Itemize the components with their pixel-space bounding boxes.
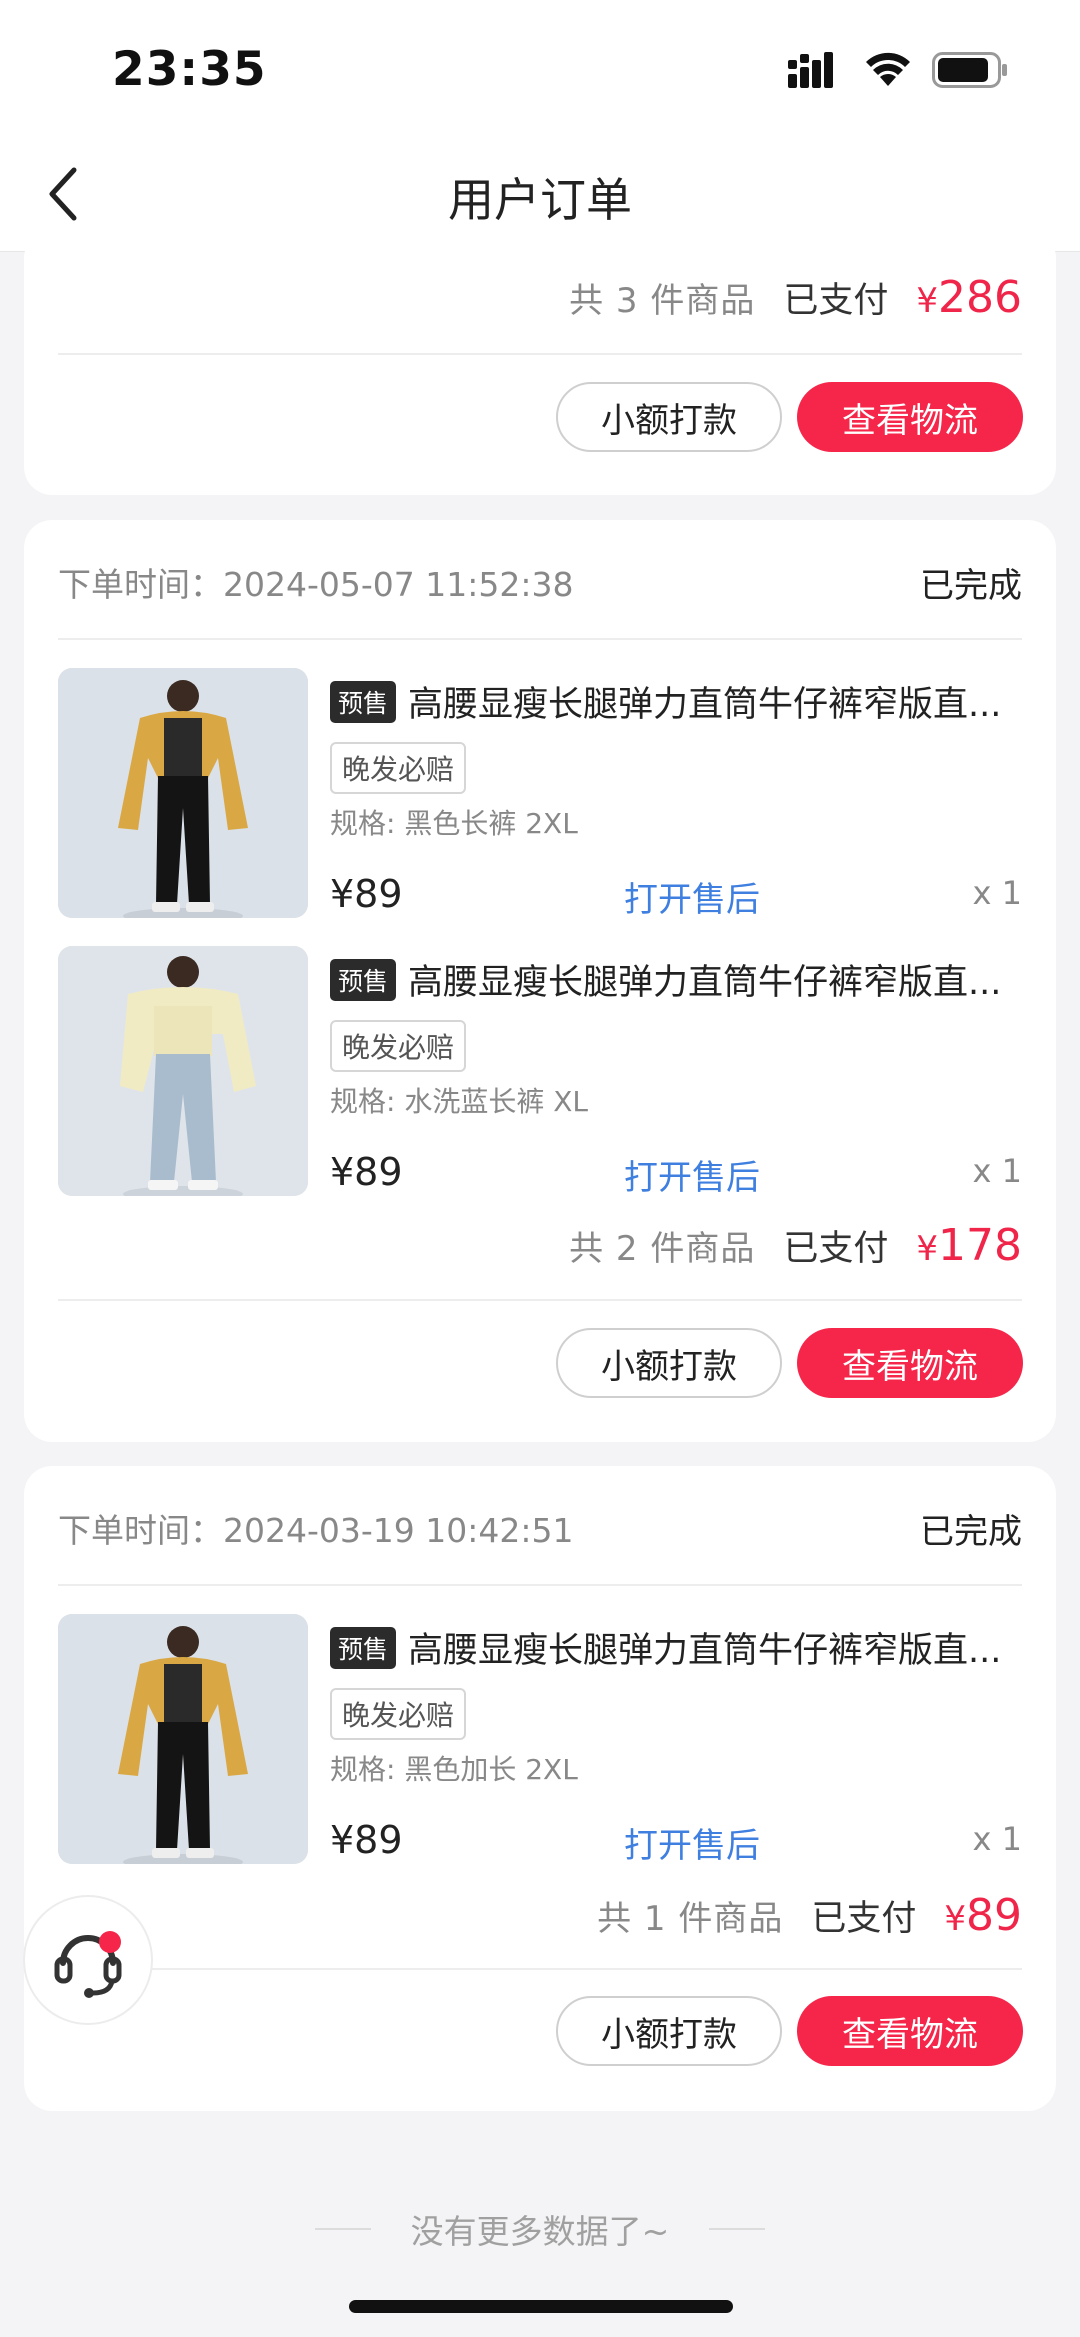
order-summary: 共 1 件商品 已支付 ¥89: [597, 1890, 1022, 1941]
item-count: 共 2 件商品: [569, 1229, 756, 1269]
order-header: 下单时间：2024-03-19 10:42:51 已完成: [58, 1504, 1022, 1552]
item-count: 共 1 件商品: [597, 1899, 784, 1939]
page-title: 用户订单: [448, 173, 632, 227]
divider: [58, 1299, 1022, 1301]
product-spec: 规格: 黑色长裤 2XL: [330, 807, 578, 840]
order-header: 下单时间：2024-05-07 11:52:38 已完成: [58, 558, 1022, 606]
wifi-icon: [866, 52, 910, 86]
small-payment-button[interactable]: 小额打款: [556, 1328, 782, 1398]
order-status: 已完成: [920, 566, 1022, 606]
order-time: 下单时间：2024-05-07 11:52:38: [58, 565, 574, 604]
product-spec: 规格: 黑色加长 2XL: [330, 1753, 578, 1786]
home-indicator[interactable]: [349, 2300, 733, 2313]
order-card: 下单时间：2024-03-19 10:42:51 已完成 预售 高腰显瘦长腿弹力…: [24, 1466, 1056, 2111]
order-time: 下单时间：2024-03-19 10:42:51: [58, 1511, 574, 1550]
product-title[interactable]: 高腰显瘦长腿弹力直筒牛仔裤窄版直...: [408, 954, 1001, 1005]
order-card: 下单时间：2024-05-07 11:52:38 已完成 预售 高腰显瘦长腿弹力…: [24, 520, 1056, 1442]
status-bar: 23:35: [0, 0, 1080, 140]
view-logistics-button[interactable]: 查看物流: [797, 382, 1023, 452]
signal-icon: [788, 52, 833, 88]
headset-icon: [54, 1935, 122, 1998]
divider: [58, 1584, 1022, 1586]
small-payment-button[interactable]: 小额打款: [556, 1996, 782, 2066]
order-item[interactable]: 预售 高腰显瘦长腿弹力直筒牛仔裤窄版直... 晚发必赔 规格: 水洗蓝长裤 XL…: [58, 946, 1022, 1199]
product-title[interactable]: 高腰显瘦长腿弹力直筒牛仔裤窄版直...: [408, 1622, 1001, 1673]
order-item[interactable]: 预售 高腰显瘦长腿弹力直筒牛仔裤窄版直... 晚发必赔 规格: 黑色加长 2XL…: [58, 1614, 1022, 1867]
after-sale-link[interactable]: 打开售后: [624, 872, 760, 921]
order-item[interactable]: 预售 高腰显瘦长腿弹力直筒牛仔裤窄版直... 晚发必赔 规格: 黑色长裤 2XL…: [58, 668, 1022, 921]
quantity: x 1: [972, 1820, 1022, 1858]
guarantee-tag: 晚发必赔: [330, 1020, 467, 1072]
paid-label: 已支付: [783, 281, 889, 321]
paid-amount: ¥89: [944, 1890, 1022, 1941]
product-title[interactable]: 高腰显瘦长腿弹力直筒牛仔裤窄版直...: [408, 676, 1001, 727]
divider: [58, 353, 1022, 355]
after-sale-link[interactable]: 打开售后: [624, 1818, 760, 1867]
customer-service-button[interactable]: [23, 1895, 153, 2025]
order-summary: 共 3 件商品 已支付 ¥286: [569, 272, 1022, 323]
paid-label: 已支付: [783, 1229, 889, 1269]
paid-amount: ¥286: [916, 272, 1022, 323]
order-summary: 共 2 件商品 已支付 ¥178: [569, 1220, 1022, 1271]
divider: [58, 638, 1022, 640]
divider: [314, 2228, 371, 2230]
divider: [58, 1968, 1022, 1970]
no-more-data-text: 没有更多数据了~: [410, 2212, 670, 2251]
quantity: x 1: [972, 1152, 1022, 1190]
product-price: ¥89: [330, 1150, 403, 1194]
order-card: 共 3 件商品 已支付 ¥286 小额打款 查看物流: [24, 230, 1056, 495]
paid-amount: ¥178: [916, 1220, 1022, 1271]
notification-dot: [99, 1931, 121, 1953]
product-price: ¥89: [330, 1818, 403, 1862]
after-sale-link[interactable]: 打开售后: [624, 1150, 760, 1199]
guarantee-tag: 晚发必赔: [330, 1688, 467, 1740]
guarantee-tag: 晚发必赔: [330, 742, 467, 794]
battery-icon: [932, 52, 1007, 88]
view-logistics-button[interactable]: 查看物流: [797, 1996, 1023, 2066]
presale-badge: 预售: [330, 958, 397, 1001]
paid-label: 已支付: [811, 1899, 917, 1939]
list-end: 没有更多数据了~: [0, 2205, 1080, 2253]
product-price: ¥89: [330, 872, 403, 916]
divider: [709, 2228, 766, 2230]
product-image[interactable]: [58, 668, 308, 918]
product-spec: 规格: 水洗蓝长裤 XL: [330, 1085, 589, 1118]
item-count: 共 3 件商品: [569, 281, 756, 321]
small-payment-button[interactable]: 小额打款: [556, 382, 782, 452]
view-logistics-button[interactable]: 查看物流: [797, 1328, 1023, 1398]
presale-badge: 预售: [330, 1626, 397, 1669]
product-image[interactable]: [58, 946, 308, 1196]
quantity: x 1: [972, 874, 1022, 912]
presale-badge: 预售: [330, 680, 397, 723]
order-status: 已完成: [920, 1512, 1022, 1552]
status-time: 23:35: [112, 42, 267, 97]
product-image[interactable]: [58, 1614, 308, 1864]
